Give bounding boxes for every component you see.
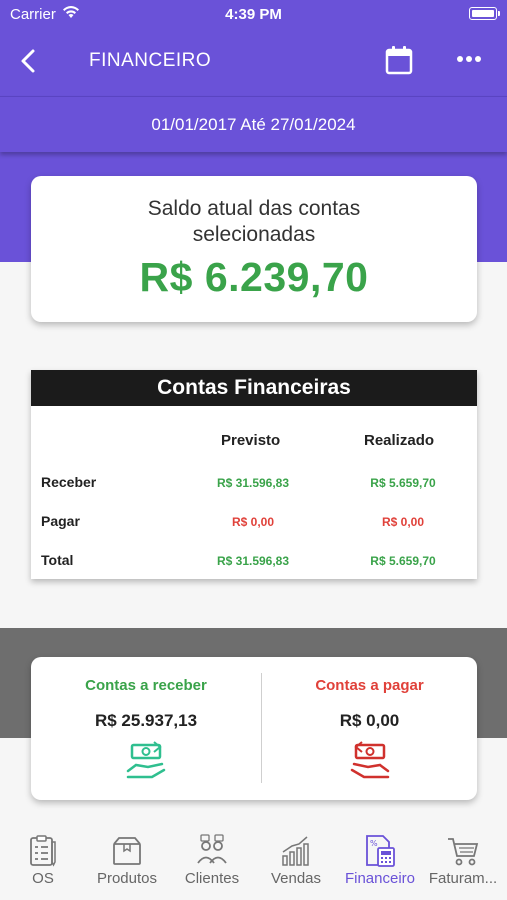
back-chevron-icon[interactable] <box>14 46 44 76</box>
status-bar: Carrier 4:39 PM <box>0 0 507 30</box>
receivable-summary[interactable]: Contas a receber R$ 25.937,13 <box>31 657 261 781</box>
svg-text:%: % <box>370 839 378 848</box>
row-label-pagar: Pagar <box>41 513 80 529</box>
nav-bar: FINANCEIRO <box>0 30 507 96</box>
balance-label: Saldo atual das contas selecionadas <box>147 197 361 246</box>
cell-receber-realizado: R$ 5.659,70 <box>370 476 436 490</box>
tab-label-produtos: Produtos <box>96 870 158 887</box>
calendar-icon[interactable] <box>384 44 414 76</box>
cell-total-previsto: R$ 31.596,83 <box>216 554 290 568</box>
tab-label-financeiro: Financeiro <box>344 870 416 887</box>
tab-label-faturamento: Faturam... <box>428 870 498 887</box>
balance-card: Saldo atual das contas selecionadas R$ 6… <box>31 176 477 322</box>
accounts-table: Contas Financeiras Previsto Realizado Re… <box>31 370 477 579</box>
cell-receber-previsto: R$ 31.596,83 <box>216 476 290 490</box>
status-time: 4:39 PM <box>225 6 282 23</box>
receivable-title: Contas a receber <box>85 677 207 694</box>
page-title: FINANCEIRO <box>89 50 212 71</box>
calculator-document-icon: % <box>366 835 395 867</box>
date-range[interactable]: 01/01/2017 Até 27/01/2024 <box>0 96 507 152</box>
payable-title: Contas a pagar <box>315 677 424 694</box>
chart-bars-icon <box>282 836 309 866</box>
receive-money-icon <box>126 741 166 779</box>
summary-card: Contas a receber R$ 25.937,13 Contas a p… <box>31 657 477 800</box>
receivable-value: R$ 25.937,13 <box>94 711 198 730</box>
accounts-table-title: Contas Financeiras <box>31 370 477 406</box>
payable-value: R$ 0,00 <box>339 711 400 730</box>
box-icon <box>113 837 141 865</box>
tab-os[interactable]: OS <box>18 834 68 887</box>
tab-faturamento[interactable]: Faturam... <box>427 834 499 887</box>
column-header-realizado: Realizado <box>364 432 435 449</box>
tab-financeiro[interactable]: % Financeiro <box>337 834 423 887</box>
tab-label-os: OS <box>32 870 54 887</box>
row-label-total: Total <box>41 552 74 568</box>
tab-label-vendas: Vendas <box>270 870 322 887</box>
column-header-previsto: Previsto <box>221 432 281 449</box>
tab-clientes[interactable]: Clientes <box>180 834 244 887</box>
payable-summary[interactable]: Contas a pagar R$ 0,00 <box>262 657 477 781</box>
tab-produtos[interactable]: Produtos <box>90 834 164 887</box>
people-icon <box>197 834 227 864</box>
more-dots-icon[interactable] <box>454 52 484 66</box>
battery-icon <box>469 7 500 20</box>
tab-bar: OS Produtos Clientes Vendas % Financeiro… <box>0 828 507 900</box>
cell-pagar-realizado: R$ 0,00 <box>381 515 425 529</box>
tab-vendas[interactable]: Vendas <box>266 834 326 887</box>
row-label-receber: Receber <box>41 474 97 490</box>
tab-label-clientes: Clientes <box>184 870 240 887</box>
balance-amount: R$ 6.239,70 <box>139 254 369 300</box>
shopping-cart-icon <box>448 838 479 866</box>
cell-pagar-previsto: R$ 0,00 <box>231 515 275 529</box>
pay-money-icon <box>350 741 389 779</box>
clipboard-checklist-icon <box>30 835 56 867</box>
cell-total-realizado: R$ 5.659,70 <box>370 554 436 568</box>
